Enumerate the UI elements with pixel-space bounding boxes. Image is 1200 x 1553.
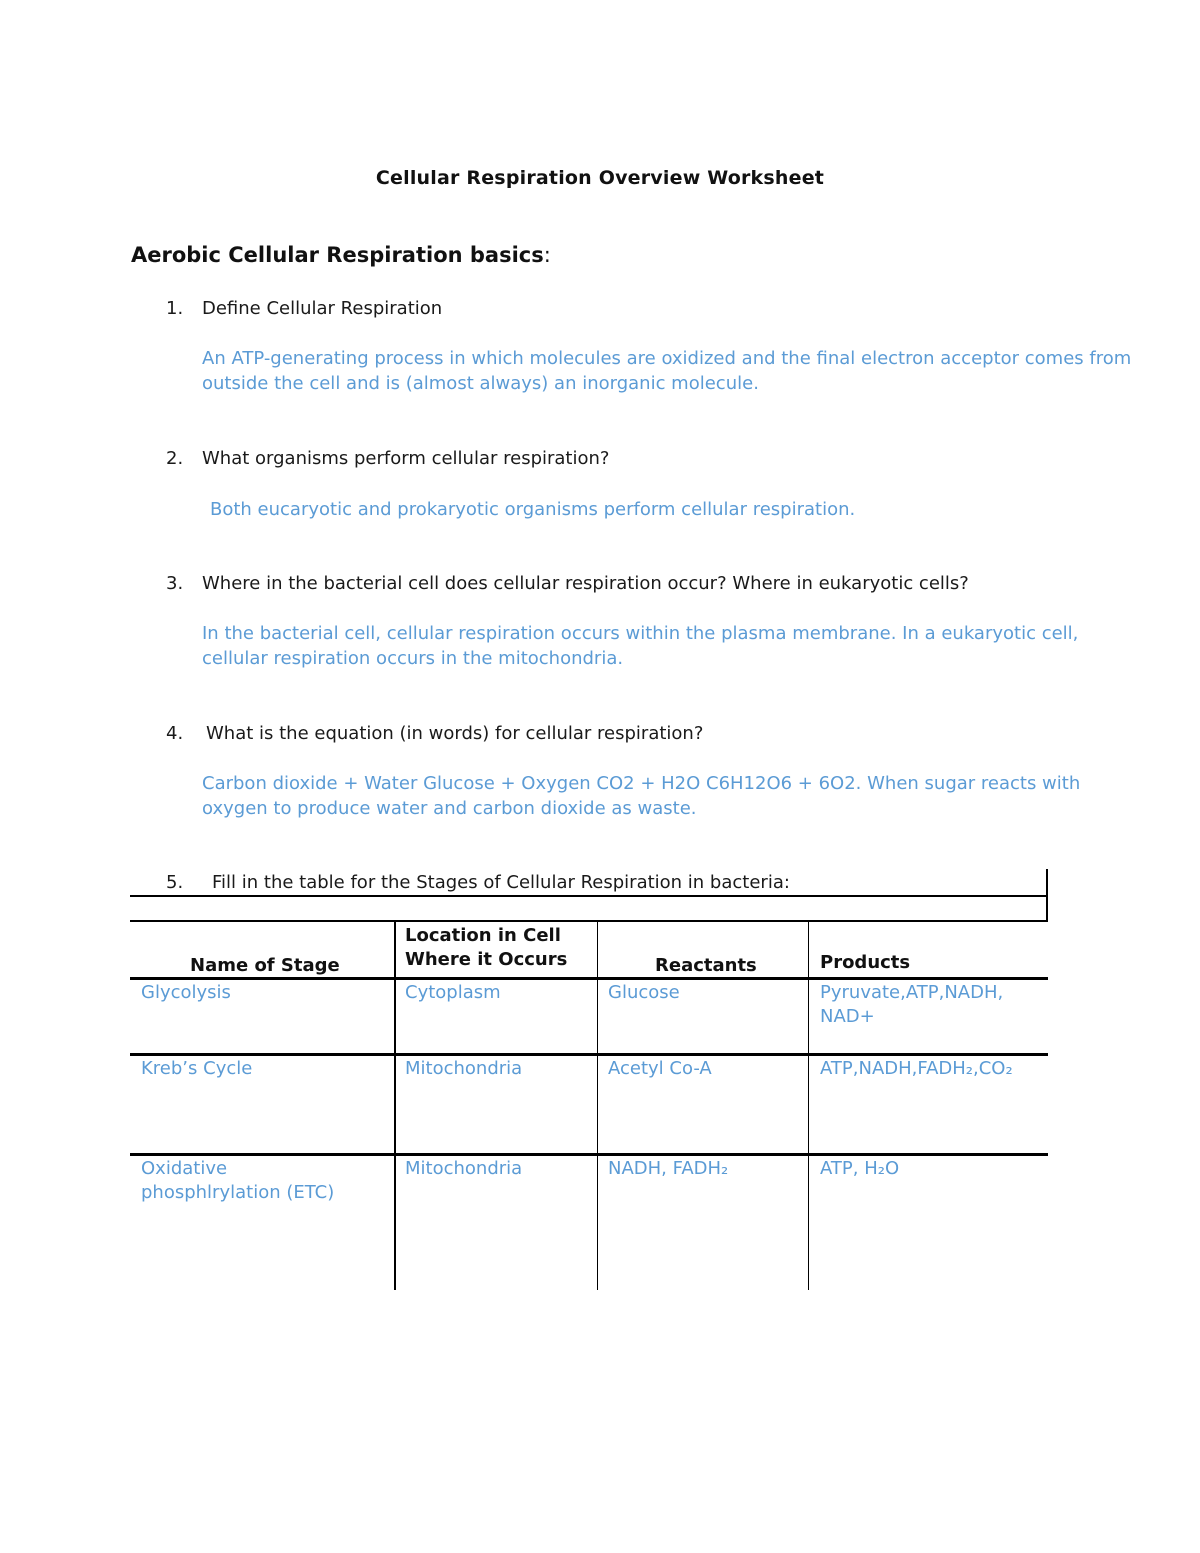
table-header-stage: Name of Stage xyxy=(190,955,340,976)
cell-products: ATP, H₂O xyxy=(820,1158,900,1179)
cell-products: Pyruvate,ATP,NADH, NAD+ xyxy=(820,982,1004,1027)
question-number: 1. xyxy=(166,298,184,319)
question-number: 2. xyxy=(166,448,184,469)
cell-reactants: Glucose xyxy=(608,982,680,1003)
question-number: 5. xyxy=(166,872,184,893)
table-row-rule xyxy=(130,1153,1048,1156)
question-text: What organisms perform cellular respirat… xyxy=(202,448,610,469)
question-text: What is the equation (in words) for cell… xyxy=(206,723,704,744)
answer-1: An ATP-generating process in which molec… xyxy=(202,348,1132,394)
band-line-top xyxy=(130,895,1048,897)
page-title: Cellular Respiration Overview Worksheet xyxy=(375,167,825,189)
cell-stage: Oxidative phosphlrylation (ETC) xyxy=(141,1158,335,1203)
band-line-right xyxy=(1046,869,1048,922)
table-col-divider xyxy=(394,922,396,1290)
table-header-location-line1: Location in Cell xyxy=(405,925,561,946)
table-header-location: Location in Cell Where it Occurs xyxy=(405,924,567,972)
question-text: Fill in the table for the Stages of Cell… xyxy=(212,872,790,893)
answer-4: Carbon dioxide + Water Glucose + Oxygen … xyxy=(202,773,1081,819)
cell-stage: Kreb’s Cycle xyxy=(141,1058,253,1079)
cell-stage: Glycolysis xyxy=(141,982,231,1003)
question-number: 3. xyxy=(166,573,184,594)
band-line-bottom xyxy=(130,920,1048,922)
table-header-location-line2: Where it Occurs xyxy=(405,949,568,970)
cell-location: Mitochondria xyxy=(405,1058,523,1079)
table-header-products: Products xyxy=(820,952,911,973)
cell-reactants: NADH, FADH₂ xyxy=(608,1158,729,1179)
question-number: 4. xyxy=(166,723,184,744)
section-heading-colon: : xyxy=(543,243,551,267)
question-text: Where in the bacterial cell does cellula… xyxy=(202,573,969,594)
answer-2: Both eucaryotic and prokaryotic organism… xyxy=(210,499,856,520)
table-col-divider xyxy=(808,922,809,1290)
section-heading-text: Aerobic Cellular Respiration basics xyxy=(131,243,544,267)
answer-3: In the bacterial cell, cellular respirat… xyxy=(202,623,1079,669)
cell-location: Cytoplasm xyxy=(405,982,501,1003)
table-row-rule xyxy=(130,1053,1048,1056)
question-text: Define Cellular Respiration xyxy=(202,298,443,319)
section-heading: Aerobic Cellular Respiration basics: xyxy=(131,243,551,267)
cell-location: Mitochondria xyxy=(405,1158,523,1179)
table-col-divider xyxy=(597,922,598,1290)
cell-reactants: Acetyl Co-A xyxy=(608,1058,712,1079)
cell-products: ATP,NADH,FADH₂,CO₂ xyxy=(820,1058,1013,1079)
table-header-reactants: Reactants xyxy=(655,955,757,976)
